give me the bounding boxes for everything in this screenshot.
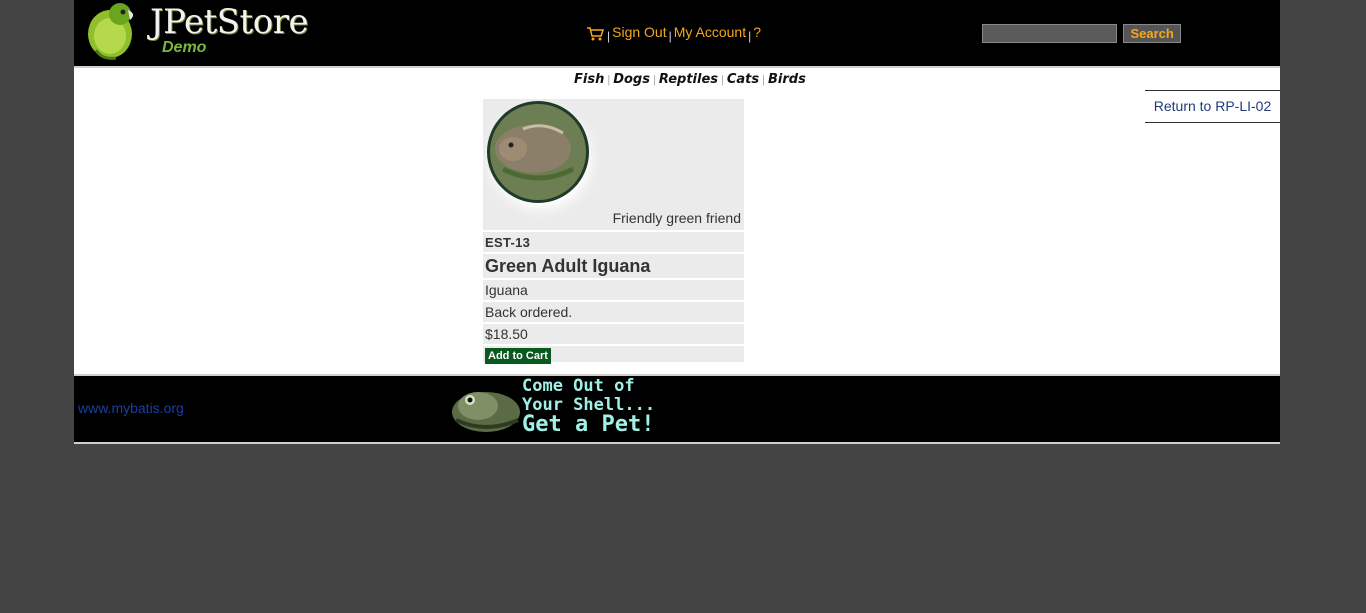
item-category: Iguana bbox=[485, 282, 528, 298]
header: JPetStore Demo | Sign Out | My Account |? Se… bbox=[74, 0, 1280, 68]
quicklink-separator: | bbox=[721, 74, 724, 86]
banner-line-1: Come Out of bbox=[522, 376, 635, 396]
menu-separator: | bbox=[607, 29, 611, 43]
search-button[interactable]: Search bbox=[1123, 24, 1181, 43]
add-to-cart-button[interactable]: Add to Cart bbox=[485, 348, 551, 364]
quicklink-birds[interactable]: Birds bbox=[768, 72, 806, 87]
page-container: JPetStore Demo | Sign Out | My Account |? Se… bbox=[74, 0, 1280, 444]
menu-separator: | bbox=[668, 29, 672, 43]
item-category-row: Iguana bbox=[483, 280, 744, 300]
frog-banner-icon bbox=[452, 392, 520, 432]
logo[interactable]: JPetStore Demo bbox=[82, 2, 309, 60]
return-link[interactable]: Return to RP-LI-02 bbox=[1154, 98, 1272, 114]
item-image-row: Friendly green friend bbox=[483, 99, 744, 230]
sign-out-link[interactable]: Sign Out bbox=[612, 24, 666, 40]
quicklink-dogs[interactable]: Dogs bbox=[613, 72, 650, 87]
quicklink-fish[interactable]: Fish bbox=[574, 72, 604, 87]
item-stock-row: Back ordered. bbox=[483, 302, 744, 322]
return-box: Return to RP-LI-02 bbox=[1145, 90, 1280, 123]
item-stock-status: Back ordered. bbox=[485, 304, 573, 320]
help-link[interactable]: ? bbox=[753, 24, 761, 40]
item-id: EST-13 bbox=[485, 235, 531, 250]
parrot-logo-icon bbox=[88, 3, 134, 60]
main-content: Fish | Dogs | Reptiles | Cats | Birds Return to … bbox=[74, 68, 1280, 374]
search-input[interactable] bbox=[982, 24, 1117, 43]
quicklink-reptiles[interactable]: Reptiles bbox=[659, 72, 718, 87]
mybatis-link[interactable]: www.mybatis.org bbox=[78, 400, 184, 416]
footer: www.mybatis.org Come Out of Your Shell..… bbox=[74, 374, 1280, 444]
quicklink-separator: | bbox=[652, 74, 656, 86]
item-image-caption: Friendly green friend bbox=[612, 210, 741, 226]
banner-text: Come Out of Your Shell... Get a Pet! bbox=[522, 376, 672, 437]
search-form: Search bbox=[982, 24, 1181, 43]
banner-line-3: Get a Pet! bbox=[522, 412, 655, 437]
quicklink-separator: | bbox=[607, 74, 611, 86]
category-quicklinks: Fish | Dogs | Reptiles | Cats | Birds bbox=[574, 70, 806, 87]
item-id-row: EST-13 bbox=[483, 232, 744, 252]
logo-title: JPetStore bbox=[150, 2, 309, 42]
header-menu: | Sign Out | My Account |? bbox=[586, 24, 761, 43]
cart-icon[interactable] bbox=[586, 27, 605, 41]
item-detail-table: Friendly green friend EST-13 Green Adult… bbox=[483, 99, 744, 364]
quicklink-separator: | bbox=[762, 74, 765, 86]
menu-separator: | bbox=[748, 29, 752, 43]
item-price-row: $18.50 bbox=[483, 324, 744, 344]
product-name: Green Adult Iguana bbox=[485, 256, 651, 276]
iguana-image bbox=[483, 99, 605, 223]
item-price: $18.50 bbox=[485, 326, 528, 342]
logo-subtitle: Demo bbox=[162, 39, 207, 56]
product-name-row: Green Adult Iguana bbox=[483, 254, 744, 278]
add-to-cart-row: Add to Cart bbox=[483, 346, 744, 364]
my-account-link[interactable]: My Account bbox=[674, 24, 746, 40]
quicklink-cats[interactable]: Cats bbox=[727, 72, 759, 87]
